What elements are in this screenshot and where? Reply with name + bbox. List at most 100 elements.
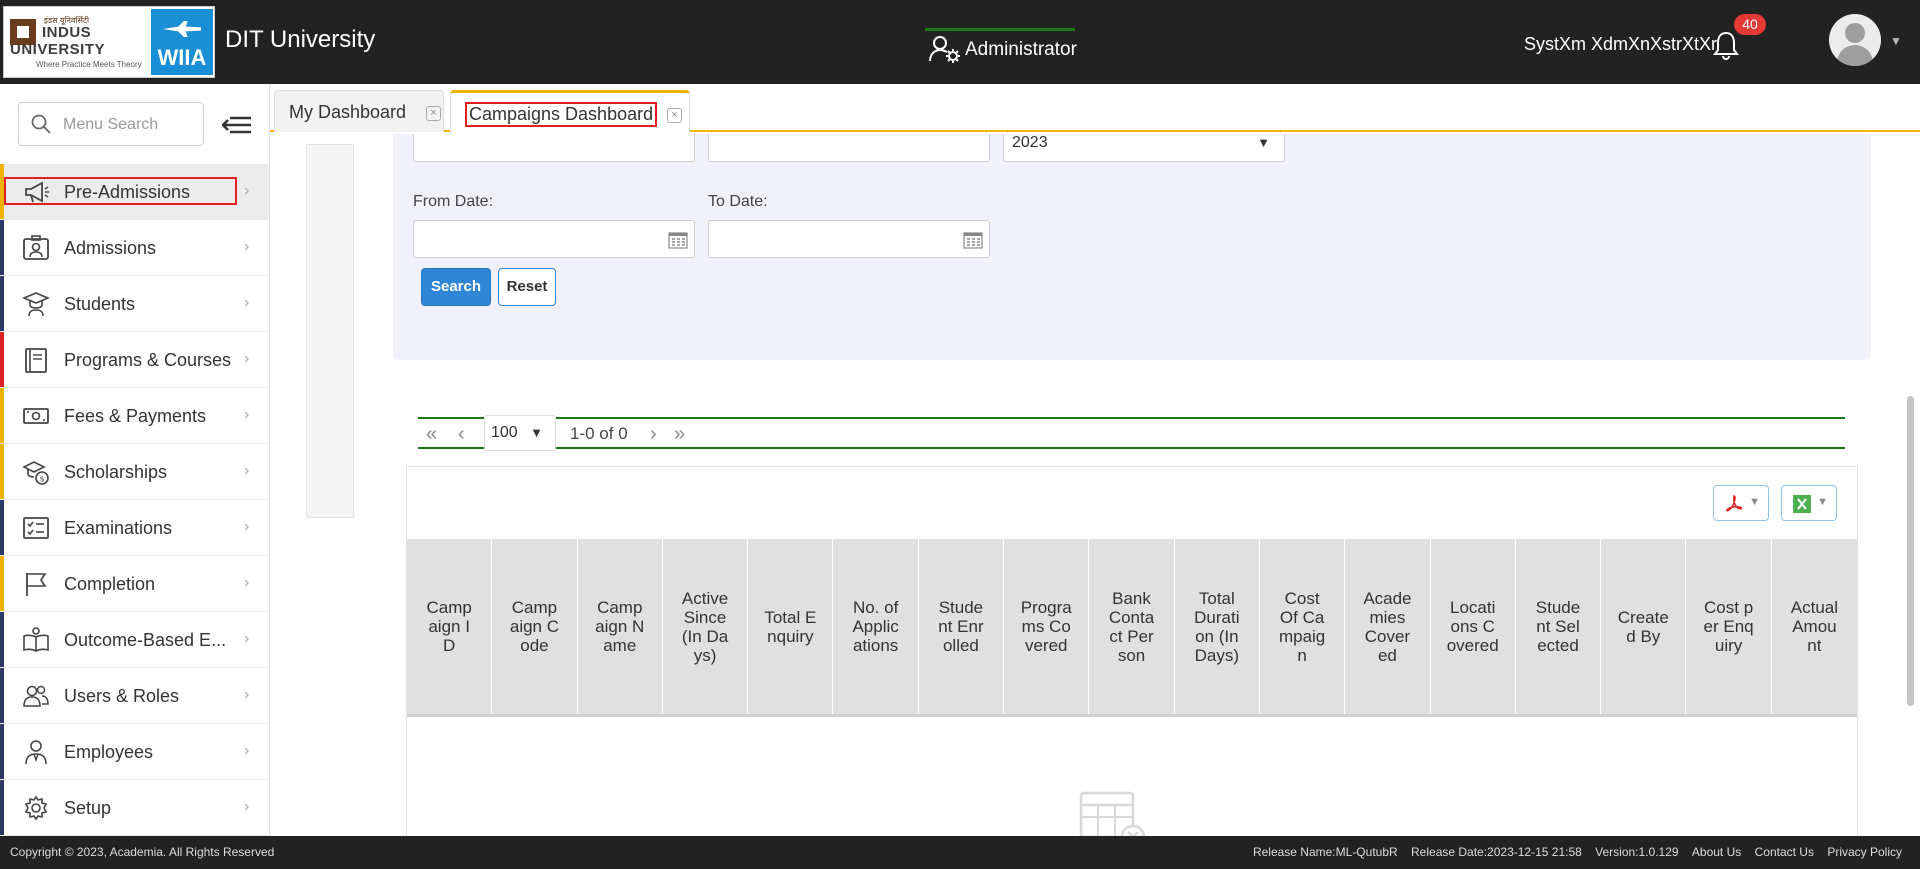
user-avatar-icon[interactable] [1829,14,1881,66]
grid-header: Campaign ID Campaign Code Campaign Name … [407,539,1857,717]
column-header[interactable]: Active Since (In Days) [663,539,749,714]
notification-count-badge[interactable]: 40 [1734,14,1766,35]
wiia-logo: WIIA [151,9,213,75]
chevron-right-icon: › [244,294,250,311]
scholarship-icon: $ [22,461,49,485]
sidebar-item-setup[interactable]: Setup › [0,780,269,836]
filter-input-1[interactable] [413,134,695,162]
top-header: इंडस यूनिवर्सिटी INDUS UNIVERSITY Where … [0,0,1920,84]
next-page-icon[interactable]: › [650,423,657,446]
close-icon[interactable]: × [426,106,441,121]
university-logo[interactable]: इंडस यूनिवर्सिटी INDUS UNIVERSITY Where … [3,6,215,78]
release-name: Release Name:ML-QutubR [1252,845,1398,859]
page-size-select[interactable]: 100 ▼ [484,415,556,451]
column-header[interactable]: Locations Covered [1431,539,1516,714]
sidebar: Menu Search Pre-Admissions › Admissions … [0,84,270,836]
column-header[interactable]: Programs Covered [1004,539,1090,714]
column-header[interactable]: Campaign ID [407,539,493,714]
about-us-link[interactable]: About Us [1692,845,1741,859]
flag-icon [26,573,47,596]
sidebar-item-outcome-based-education[interactable]: Outcome-Based E... › [0,612,269,668]
page-size-value: 100 [491,424,518,441]
filter-panel: 2023 ▼ From Date: To Date: [393,134,1871,360]
version-info: Version:1.0.129 [1595,845,1679,859]
employee-icon [25,740,47,765]
filter-input-2[interactable] [708,134,990,162]
column-header[interactable]: Bank Contact Person [1089,539,1175,714]
chevron-right-icon: › [244,518,250,535]
first-page-icon[interactable]: « [426,423,437,446]
collapse-menu-icon[interactable] [222,114,252,136]
svg-text:$: $ [40,475,45,484]
column-header[interactable]: Campaign Name [578,539,663,714]
indus-logo: इंडस यूनिवर्सिटी INDUS UNIVERSITY Where … [10,13,148,71]
role-selector[interactable]: Administrator [925,28,1077,63]
column-header[interactable]: Total Duration (In Days) [1175,539,1260,714]
airplane-icon [163,21,201,37]
chevron-right-icon: › [244,798,250,815]
side-panel-strip [306,144,354,518]
column-header[interactable]: Created By [1601,539,1687,714]
column-header[interactable]: Campaign Code [492,539,578,714]
previous-page-icon[interactable]: ‹ [458,423,465,446]
sidebar-item-admissions[interactable]: Admissions › [0,220,269,276]
calendar-icon[interactable] [963,231,983,249]
graduation-cap-icon [22,292,50,317]
users-icon [23,685,49,707]
contact-us-link[interactable]: Contact Us [1755,845,1814,859]
user-name[interactable]: SystXm XdmXnXstrXtXr [1524,34,1717,55]
close-icon[interactable]: × [667,108,682,123]
sidebar-item-programs-courses[interactable]: Programs & Courses › [0,332,269,388]
sidebar-item-label: Completion [64,574,156,594]
notification-bell-icon[interactable] [1712,30,1740,60]
id-card-icon [23,235,49,260]
column-header[interactable]: Academies Covered [1345,539,1431,714]
sidebar-item-students[interactable]: Students › [0,276,269,332]
year-select[interactable]: 2023 ▼ [1003,134,1285,162]
role-label: Administrator [965,39,1077,60]
column-header[interactable]: Actual Amount [1772,539,1857,714]
last-page-icon[interactable]: » [674,423,685,446]
tab-label: Campaigns Dashboard [465,102,658,127]
export-excel-button[interactable]: ▼ [1781,485,1837,521]
caret-down-icon: ▼ [1749,496,1760,508]
sidebar-item-users-roles[interactable]: Users & Roles › [0,668,269,724]
column-header[interactable]: Student Selected [1516,539,1602,714]
sidebar-item-employees[interactable]: Employees › [0,724,269,780]
gear-icon [24,795,48,821]
pdf-icon [1726,495,1743,512]
tab-label: My Dashboard [289,102,407,122]
chevron-right-icon: › [244,686,250,703]
sidebar-item-pre-admissions[interactable]: Pre-Admissions › [0,164,269,220]
caret-down-icon[interactable]: ▼ [1890,34,1902,48]
column-header[interactable]: No. of Applications [833,539,919,714]
from-date-input[interactable] [413,220,695,258]
column-header[interactable]: Student Enrolled [919,539,1005,714]
campaigns-grid: ▼ ▼ Campaign ID Campaign Code Campaign N… [406,466,1858,836]
calendar-icon[interactable] [668,231,688,249]
sidebar-item-completion[interactable]: Completion › [0,556,269,612]
privacy-policy-link[interactable]: Privacy Policy [1827,845,1902,859]
export-pdf-button[interactable]: ▼ [1713,485,1769,521]
sidebar-item-examinations[interactable]: Examinations › [0,500,269,556]
vertical-scrollbar[interactable] [1904,136,1916,836]
reset-button[interactable]: Reset [498,268,556,306]
column-header[interactable]: Total Enquiry [748,539,834,714]
scrollbar-thumb[interactable] [1907,396,1914,706]
search-button[interactable]: Search [421,268,491,306]
tab-campaigns-dashboard[interactable]: Campaigns Dashboard × [450,90,690,134]
sidebar-item-fees-payments[interactable]: Fees & Payments › [0,388,269,444]
sidebar-item-label: Students [64,294,136,314]
to-date-input[interactable] [708,220,990,258]
tab-my-dashboard[interactable]: My Dashboard × [274,90,444,132]
empty-table-icon [1079,791,1146,836]
menu-search-input[interactable]: Menu Search [18,102,204,146]
sidebar-item-label: Examinations [64,518,173,538]
copyright-text: Copyright © 2023, Academia. All Rights R… [10,845,275,859]
logo-indus-line2: UNIVERSITY [10,41,106,58]
sidebar-item-scholarships[interactable]: $ Scholarships › [0,444,269,500]
column-header[interactable]: Cost per Enquiry [1686,539,1772,714]
chevron-right-icon: › [244,742,250,759]
column-header[interactable]: Cost Of Campaign [1260,539,1346,714]
sidebar-item-label: Admissions [64,238,157,258]
